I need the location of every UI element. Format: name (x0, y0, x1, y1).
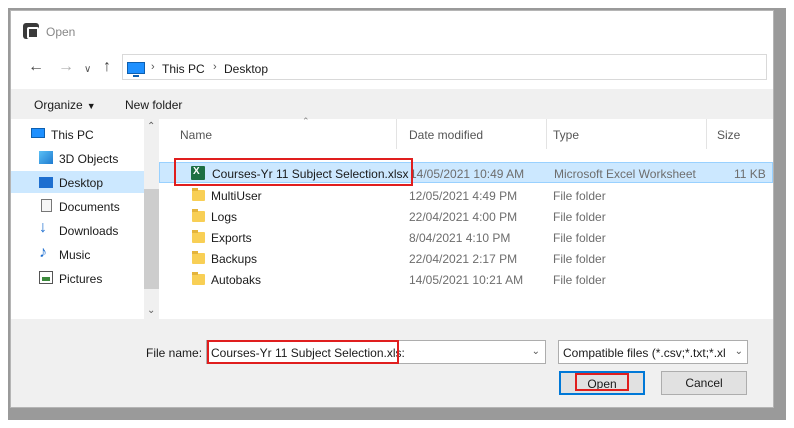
file-name-label: File name: (146, 346, 203, 360)
chevron-down-icon[interactable]: ⌄ (732, 346, 743, 357)
folder-icon (192, 188, 205, 201)
highlight-box (174, 158, 413, 186)
sidebar-item-documents[interactable]: Documents (11, 195, 144, 217)
chevron-down-icon[interactable]: ∨ (84, 62, 91, 78)
sidebar-item-this-pc[interactable]: This PC (11, 123, 144, 145)
highlight-box (575, 373, 629, 391)
document-icon (41, 199, 52, 212)
desktop-icon (39, 177, 53, 188)
file-size: 11 KB (734, 167, 766, 181)
organize-button[interactable]: Organize ▼ (34, 98, 96, 112)
footer-area: File name: Courses-Yr 11 Subject Selecti… (11, 319, 773, 407)
toolbar: Organize ▼ New folder (11, 89, 773, 119)
file-date: 12/05/2021 4:49 PM (409, 189, 518, 203)
arrow-up-icon[interactable]: ↑ (103, 59, 111, 75)
sidebar-item-label: Music (59, 248, 91, 262)
cancel-button[interactable]: Cancel (661, 371, 747, 395)
column-divider[interactable] (706, 119, 707, 149)
sidebar-item-label: Desktop (59, 176, 104, 190)
breadcrumb-this-pc[interactable]: This PC (162, 62, 205, 76)
column-header-date[interactable]: Date modified (409, 119, 553, 149)
folder-row[interactable]: Exports 8/04/2021 4:10 PM File folder (159, 227, 773, 248)
arrow-left-icon[interactable]: ← (28, 59, 44, 75)
sidebar-item-music[interactable]: Music (11, 243, 144, 265)
navigation-row: ← → ∨ ↑ › This PC › Desktop (11, 45, 773, 89)
app-icon (23, 23, 39, 39)
column-header-name[interactable]: ⌃ Name (159, 116, 397, 149)
new-folder-button[interactable]: New folder (125, 98, 182, 112)
music-icon (39, 244, 53, 262)
file-type: File folder (553, 252, 606, 266)
folder-row[interactable]: MultiUser 12/05/2021 4:49 PM File folder (159, 185, 773, 206)
arrow-right-icon[interactable]: → (58, 59, 74, 75)
column-divider[interactable] (546, 119, 547, 149)
file-date: 22/04/2021 2:17 PM (409, 252, 518, 266)
file-name: MultiUser (211, 189, 262, 203)
organize-label: Organize (34, 98, 83, 112)
folder-row[interactable]: Logs 22/04/2021 4:00 PM File folder (159, 206, 773, 227)
download-icon (39, 219, 51, 237)
pc-icon (127, 62, 145, 77)
highlight-box (207, 340, 399, 364)
folder-row[interactable]: Backups 22/04/2021 2:17 PM File folder (159, 248, 773, 269)
scroll-down-icon[interactable]: ⌄ (147, 305, 155, 316)
file-date: 22/04/2021 4:00 PM (409, 210, 518, 224)
scroll-up-icon[interactable]: ⌃ (147, 121, 155, 132)
sidebar-item-label: 3D Objects (59, 152, 119, 166)
sidebar-item-label: Pictures (59, 272, 103, 286)
open-dialog: Open ← → ∨ ↑ › This PC › Desktop Organiz… (10, 10, 774, 408)
file-type-filter[interactable]: Compatible files (*.csv;*.txt;*.xl ⌄ (558, 340, 748, 364)
column-label: Size (717, 128, 741, 142)
sidebar-item-desktop[interactable]: Desktop (11, 171, 144, 193)
column-header-size[interactable]: Size (717, 119, 767, 149)
folder-icon (192, 272, 205, 285)
dialog-title: Open (46, 25, 76, 39)
breadcrumb-desktop[interactable]: Desktop (224, 62, 268, 76)
title-bar: Open (11, 11, 773, 45)
column-label: Name (180, 128, 213, 142)
file-name: Backups (211, 252, 258, 266)
cube-icon (39, 151, 53, 164)
chevron-down-icon[interactable]: ⌄ (532, 346, 540, 357)
file-date: 14/05/2021 10:49 AM (410, 167, 525, 181)
folder-icon (192, 251, 205, 264)
sidebar-item-downloads[interactable]: Downloads (11, 219, 144, 241)
pc-icon (31, 128, 45, 138)
navigation-pane: This PC 3D Objects Desktop Documents Dow… (11, 119, 159, 319)
folder-icon (192, 209, 205, 222)
column-header-type[interactable]: Type (553, 119, 707, 149)
file-list: ⌃ Name Date modified Type Size Courses-Y… (159, 116, 773, 319)
file-date: 14/05/2021 10:21 AM (409, 273, 524, 287)
sidebar-scrollbar[interactable]: ⌃ ⌄ (144, 119, 159, 319)
file-type: File folder (553, 210, 606, 224)
column-divider[interactable] (396, 119, 397, 149)
pictures-icon (39, 271, 53, 284)
chevron-right-icon[interactable]: › (151, 61, 155, 73)
address-bar[interactable]: › This PC › Desktop (122, 54, 767, 80)
filter-value: Compatible files (*.csv;*.txt;*.xl (563, 346, 726, 360)
chevron-right-icon[interactable]: › (213, 61, 217, 73)
column-label: Date modified (409, 128, 484, 142)
dropdown-arrow-icon: ▼ (86, 101, 96, 111)
sidebar-item-label: Documents (59, 200, 120, 214)
file-date: 8/04/2021 4:10 PM (409, 231, 511, 245)
sidebar-item-label: Downloads (59, 224, 119, 238)
file-name: Exports (211, 231, 252, 245)
sort-caret-icon: ⌃ (302, 116, 310, 126)
column-label: Type (553, 128, 580, 142)
sidebar-item-label: This PC (51, 128, 94, 142)
file-type: File folder (553, 273, 606, 287)
file-type: File folder (553, 231, 606, 245)
sidebar-item-3d-objects[interactable]: 3D Objects (11, 147, 144, 169)
file-name: Autobaks (211, 273, 262, 287)
folder-row[interactable]: Autobaks 14/05/2021 10:21 AM File folder (159, 269, 773, 290)
file-name: Logs (211, 210, 238, 224)
file-type: File folder (553, 189, 606, 203)
folder-icon (192, 230, 205, 243)
file-type: Microsoft Excel Worksheet (554, 167, 696, 181)
scrollbar-thumb[interactable] (144, 189, 159, 289)
sidebar-item-pictures[interactable]: Pictures (11, 267, 144, 289)
